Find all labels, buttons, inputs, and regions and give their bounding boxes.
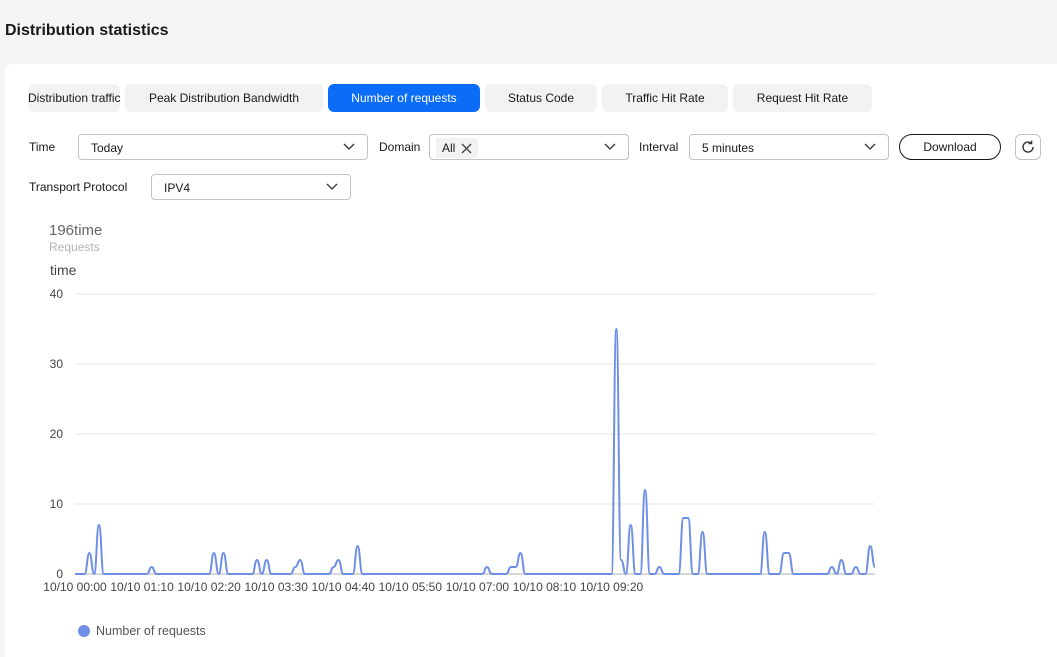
x-tick-label: 10/10 01:10: [110, 580, 174, 594]
x-tick-label: 10/10 08:10: [513, 580, 577, 594]
legend-label: Number of requests: [96, 624, 206, 638]
x-tick-label: 10/10 05:50: [379, 580, 443, 594]
x-tick-label: 10/10 09:20: [580, 580, 644, 594]
y-tick-label: 40: [50, 287, 64, 301]
x-tick-label: 10/10 00:00: [43, 580, 107, 594]
series-line-number-of-requests: [75, 328, 876, 575]
y-tick-label: 30: [50, 357, 64, 371]
x-tick-label: 10/10 07:00: [446, 580, 510, 594]
x-tick-label: 10/10 03:30: [244, 580, 308, 594]
statistics-card: Distribution traffic Peak Distribution B…: [5, 64, 1057, 657]
y-tick-label: 10: [50, 497, 64, 511]
y-tick-label: 20: [50, 427, 64, 441]
y-tick-label: 0: [56, 567, 63, 581]
legend-dot: [78, 625, 90, 637]
x-tick-label: 10/10 02:20: [177, 580, 241, 594]
chart-legend[interactable]: Number of requests: [78, 624, 206, 638]
page-title: Distribution statistics: [5, 22, 169, 39]
requests-line-chart: 0 10 20 30 40 10/10 00:00 10/10 01:10 10/10 02:…: [43, 287, 876, 594]
x-tick-label: 10/10 04:40: [312, 580, 376, 594]
